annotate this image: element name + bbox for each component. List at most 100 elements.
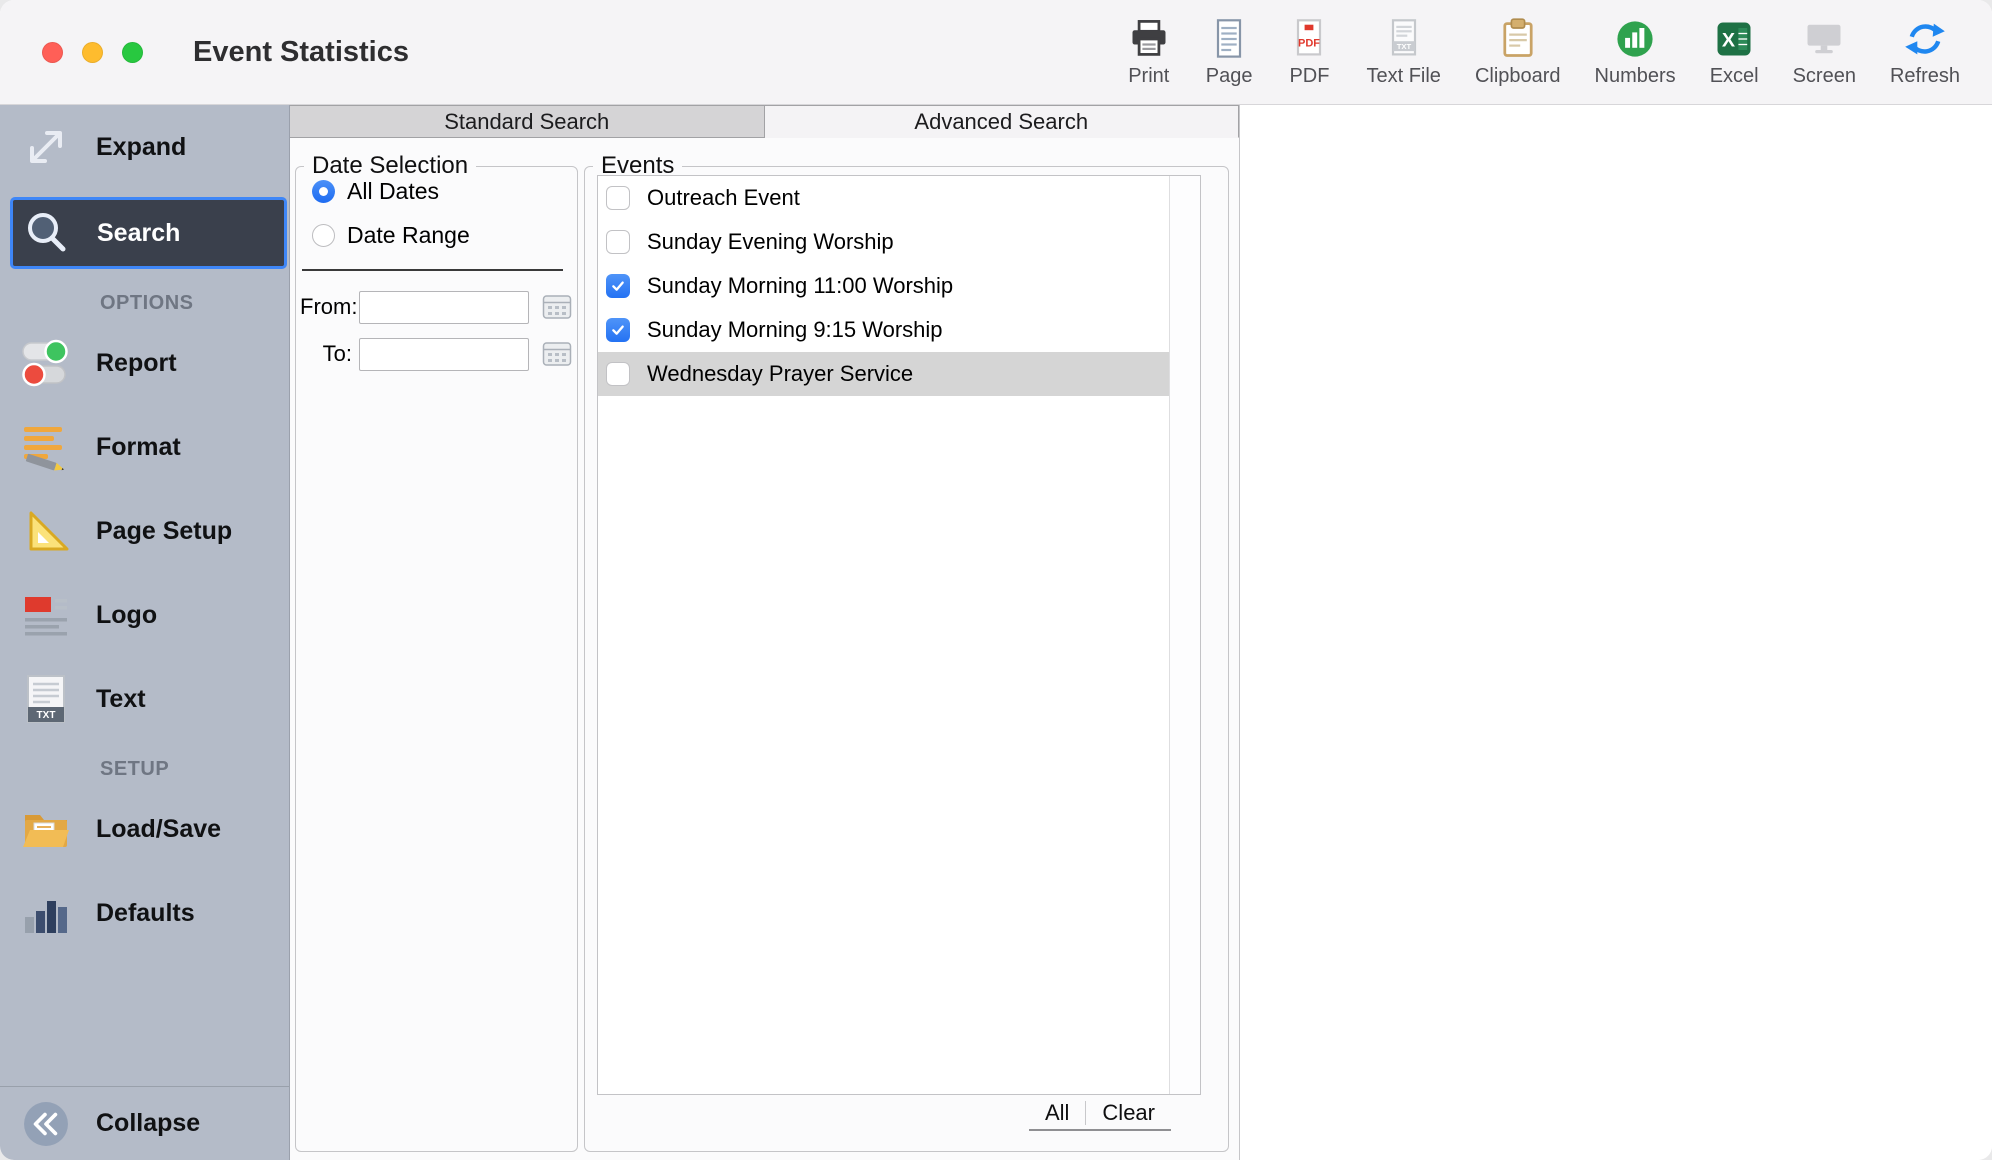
text-file-icon: TXT	[1381, 16, 1427, 62]
results-pane	[1239, 105, 1992, 1160]
sidebar-item-format[interactable]: Format	[0, 405, 289, 489]
sidebar-item-logo[interactable]: Logo	[0, 573, 289, 657]
sidebar-item-defaults[interactable]: Defaults	[0, 871, 289, 955]
format-icon	[18, 419, 74, 475]
advanced-search-content: Date Selection All Dates Date Range From…	[290, 138, 1239, 1160]
search-panel: Standard Search Advanced Search Date Sel…	[290, 105, 1239, 1160]
toolbar-label: PDF	[1289, 65, 1329, 88]
refresh-icon	[1902, 16, 1948, 62]
sidebar-item-label: Defaults	[96, 899, 195, 928]
from-date-row: From:	[296, 285, 577, 329]
clipboard-button[interactable]: Clipboard	[1475, 16, 1561, 88]
sidebar-item-search[interactable]: Search	[10, 197, 287, 269]
text-file-button[interactable]: TXT Text File	[1366, 16, 1440, 88]
svg-text:X: X	[1722, 30, 1736, 52]
minimize-button[interactable]	[82, 42, 103, 63]
event-row-sunday-morning-1100-worship[interactable]: Sunday Morning 11:00 Worship	[598, 264, 1169, 308]
to-date-input[interactable]	[359, 338, 529, 371]
report-icon	[18, 335, 74, 391]
events-list-buttons: All Clear	[1029, 1097, 1171, 1131]
sidebar-item-expand[interactable]: Expand	[0, 105, 289, 189]
toolbar-label: Page	[1206, 65, 1253, 88]
page-button[interactable]: Page	[1206, 16, 1253, 88]
event-checkbox[interactable]	[606, 318, 630, 342]
sidebar-item-collapse[interactable]: Collapse	[0, 1086, 289, 1160]
sidebar-item-label: Page Setup	[96, 517, 232, 546]
select-all-button[interactable]: All	[1029, 1097, 1085, 1129]
event-row-sunday-morning-915-worship[interactable]: Sunday Morning 9:15 Worship	[598, 308, 1169, 352]
events-scrollbar[interactable]	[1169, 176, 1200, 1094]
screen-button[interactable]: Screen	[1793, 16, 1856, 88]
date-range-radio[interactable]	[312, 224, 335, 247]
toolbar-label: Screen	[1793, 65, 1856, 88]
sidebar-item-text[interactable]: TXT Text	[0, 657, 289, 741]
page-icon	[1206, 16, 1252, 62]
event-row-outreach-event[interactable]: Outreach Event	[598, 176, 1169, 220]
toolbar-label: Excel	[1710, 65, 1759, 88]
text-doc-icon: TXT	[18, 671, 74, 727]
radio-label: All Dates	[347, 178, 439, 205]
event-label: Sunday Evening Worship	[647, 229, 894, 255]
numbers-button[interactable]: Numbers	[1595, 16, 1676, 88]
svg-text:PDF: PDF	[1298, 38, 1320, 50]
sidebar-item-label: Report	[96, 349, 177, 378]
toolbar-label: Refresh	[1890, 65, 1960, 88]
print-button[interactable]: Print	[1126, 16, 1172, 88]
event-label: Outreach Event	[647, 185, 800, 211]
sidebar-item-label: Format	[96, 433, 181, 462]
clipboard-icon	[1495, 16, 1541, 62]
numbers-icon	[1612, 16, 1658, 62]
from-calendar-button[interactable]	[541, 292, 573, 322]
logo-icon	[18, 587, 74, 643]
toolbar: Print Page	[1126, 16, 1992, 88]
titlebar: Event Statistics Print	[0, 0, 1992, 105]
sidebar-item-report[interactable]: Report	[0, 321, 289, 405]
to-calendar-button[interactable]	[541, 339, 573, 369]
toolbar-label: Print	[1128, 65, 1169, 88]
refresh-button[interactable]: Refresh	[1890, 16, 1960, 88]
all-dates-radio[interactable]	[312, 180, 335, 203]
sidebar-item-page-setup[interactable]: Page Setup	[0, 489, 289, 573]
sidebar-item-label: Text	[96, 685, 146, 714]
clear-button[interactable]: Clear	[1086, 1097, 1171, 1129]
to-label: To:	[300, 341, 352, 367]
window-controls	[42, 42, 143, 63]
event-row-sunday-evening-worship[interactable]: Sunday Evening Worship	[598, 220, 1169, 264]
printer-icon	[1126, 16, 1172, 62]
tab-advanced-search[interactable]: Advanced Search	[765, 105, 1240, 138]
event-checkbox[interactable]	[606, 362, 630, 386]
search-tabbar: Standard Search Advanced Search	[290, 105, 1239, 138]
excel-button[interactable]: X Excel	[1710, 16, 1759, 88]
pdf-button[interactable]: PDF PDF	[1286, 16, 1332, 88]
event-checkbox[interactable]	[606, 230, 630, 254]
sidebar-item-load-save[interactable]: Load/Save	[0, 787, 289, 871]
close-button[interactable]	[42, 42, 63, 63]
excel-icon: X	[1711, 16, 1757, 62]
events-list: Outreach Event Sunday Evening Worship	[597, 175, 1201, 1095]
event-label: Sunday Morning 9:15 Worship	[647, 317, 943, 343]
pdf-icon: PDF	[1286, 16, 1332, 62]
toolbar-label: Text File	[1366, 65, 1440, 88]
event-row-wednesday-prayer-service[interactable]: Wednesday Prayer Service	[598, 352, 1169, 396]
zoom-button[interactable]	[122, 42, 143, 63]
events-rows: Outreach Event Sunday Evening Worship	[598, 176, 1169, 1094]
from-date-input[interactable]	[359, 291, 529, 324]
window-body: Expand Search OPTIONS	[0, 105, 1992, 1160]
defaults-icon	[18, 885, 74, 941]
tab-standard-search[interactable]: Standard Search	[290, 105, 765, 138]
collapse-icon	[18, 1096, 74, 1152]
radio-label: Date Range	[347, 222, 470, 249]
event-label: Sunday Morning 11:00 Worship	[647, 273, 953, 299]
event-checkbox[interactable]	[606, 274, 630, 298]
screen-icon	[1801, 16, 1847, 62]
event-checkbox[interactable]	[606, 186, 630, 210]
sidebar-item-label: Search	[97, 219, 180, 248]
sidebar-section-setup: SETUP	[0, 757, 289, 781]
sidebar: Expand Search OPTIONS	[0, 105, 290, 1160]
radio-row-date-range[interactable]: Date Range	[296, 213, 577, 257]
toolbar-label: Numbers	[1595, 65, 1676, 88]
to-date-row: To:	[296, 332, 577, 376]
search-icon	[19, 205, 75, 261]
sidebar-item-label: Expand	[96, 133, 186, 162]
date-selection-title: Date Selection	[304, 152, 476, 180]
